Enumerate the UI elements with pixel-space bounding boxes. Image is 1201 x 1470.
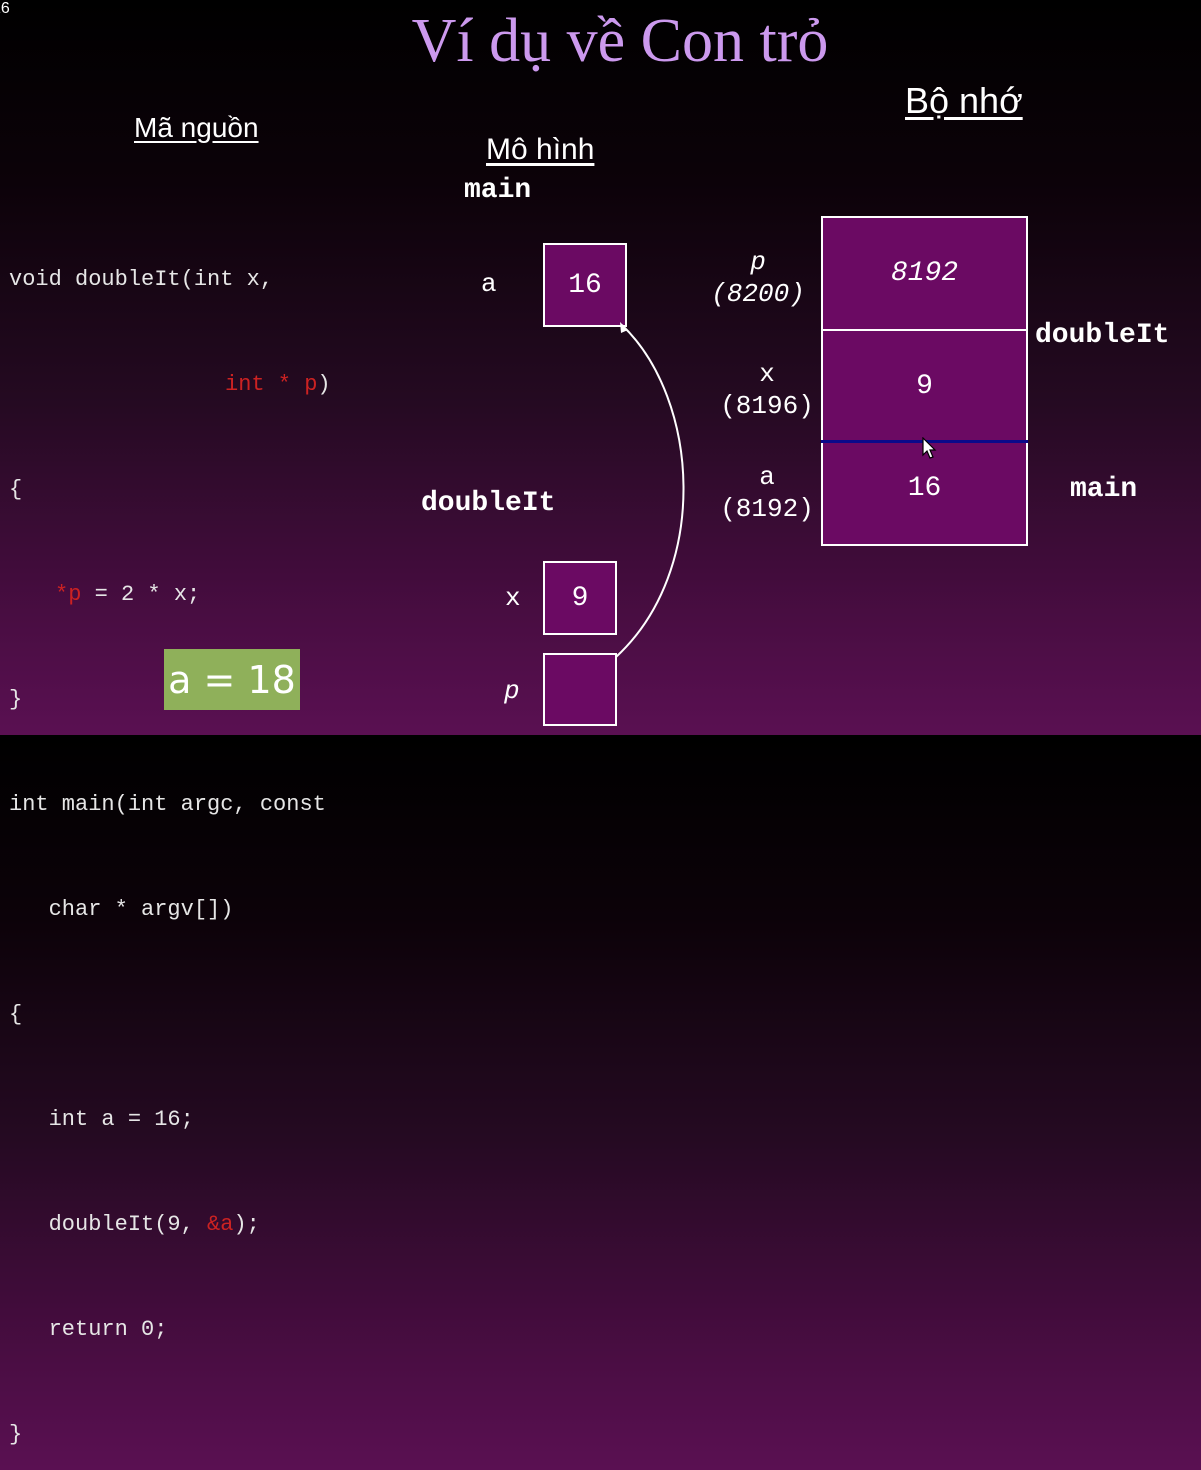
memory-x-name: x [759, 359, 775, 389]
code-line: int main(int argc, const [9, 792, 326, 817]
memory-p-name: p [750, 247, 766, 277]
memory-frame-doubleit: doubleIt [1035, 320, 1170, 351]
code-line: int a = 16; [9, 1107, 194, 1132]
memory-a-address: (8192) [720, 494, 814, 524]
code-line: } [9, 1422, 23, 1447]
mouse-cursor-icon [922, 437, 937, 459]
memory-p-label: p (8200) [700, 246, 816, 310]
memory-a-value: 16 [907, 473, 942, 504]
memory-frame-main: main [1070, 474, 1138, 505]
memory-p-address: (8200) [711, 279, 805, 309]
memory-cell-x: 9 [821, 329, 1028, 444]
memory-x-value: 9 [916, 371, 933, 402]
memory-x-label: x (8196) [712, 358, 822, 422]
code-line: char * argv[]) [9, 897, 234, 922]
memory-cell-p: 8192 [821, 216, 1028, 331]
code-line: doubleIt(9, &a); [9, 1212, 260, 1237]
code-line: { [9, 1002, 23, 1027]
memory-x-address: (8196) [720, 391, 814, 421]
memory-p-value: 8192 [890, 258, 959, 289]
memory-a-label: a (8192) [712, 461, 822, 525]
memory-a-name: a [759, 462, 775, 492]
code-line: return 0; [9, 1317, 168, 1342]
